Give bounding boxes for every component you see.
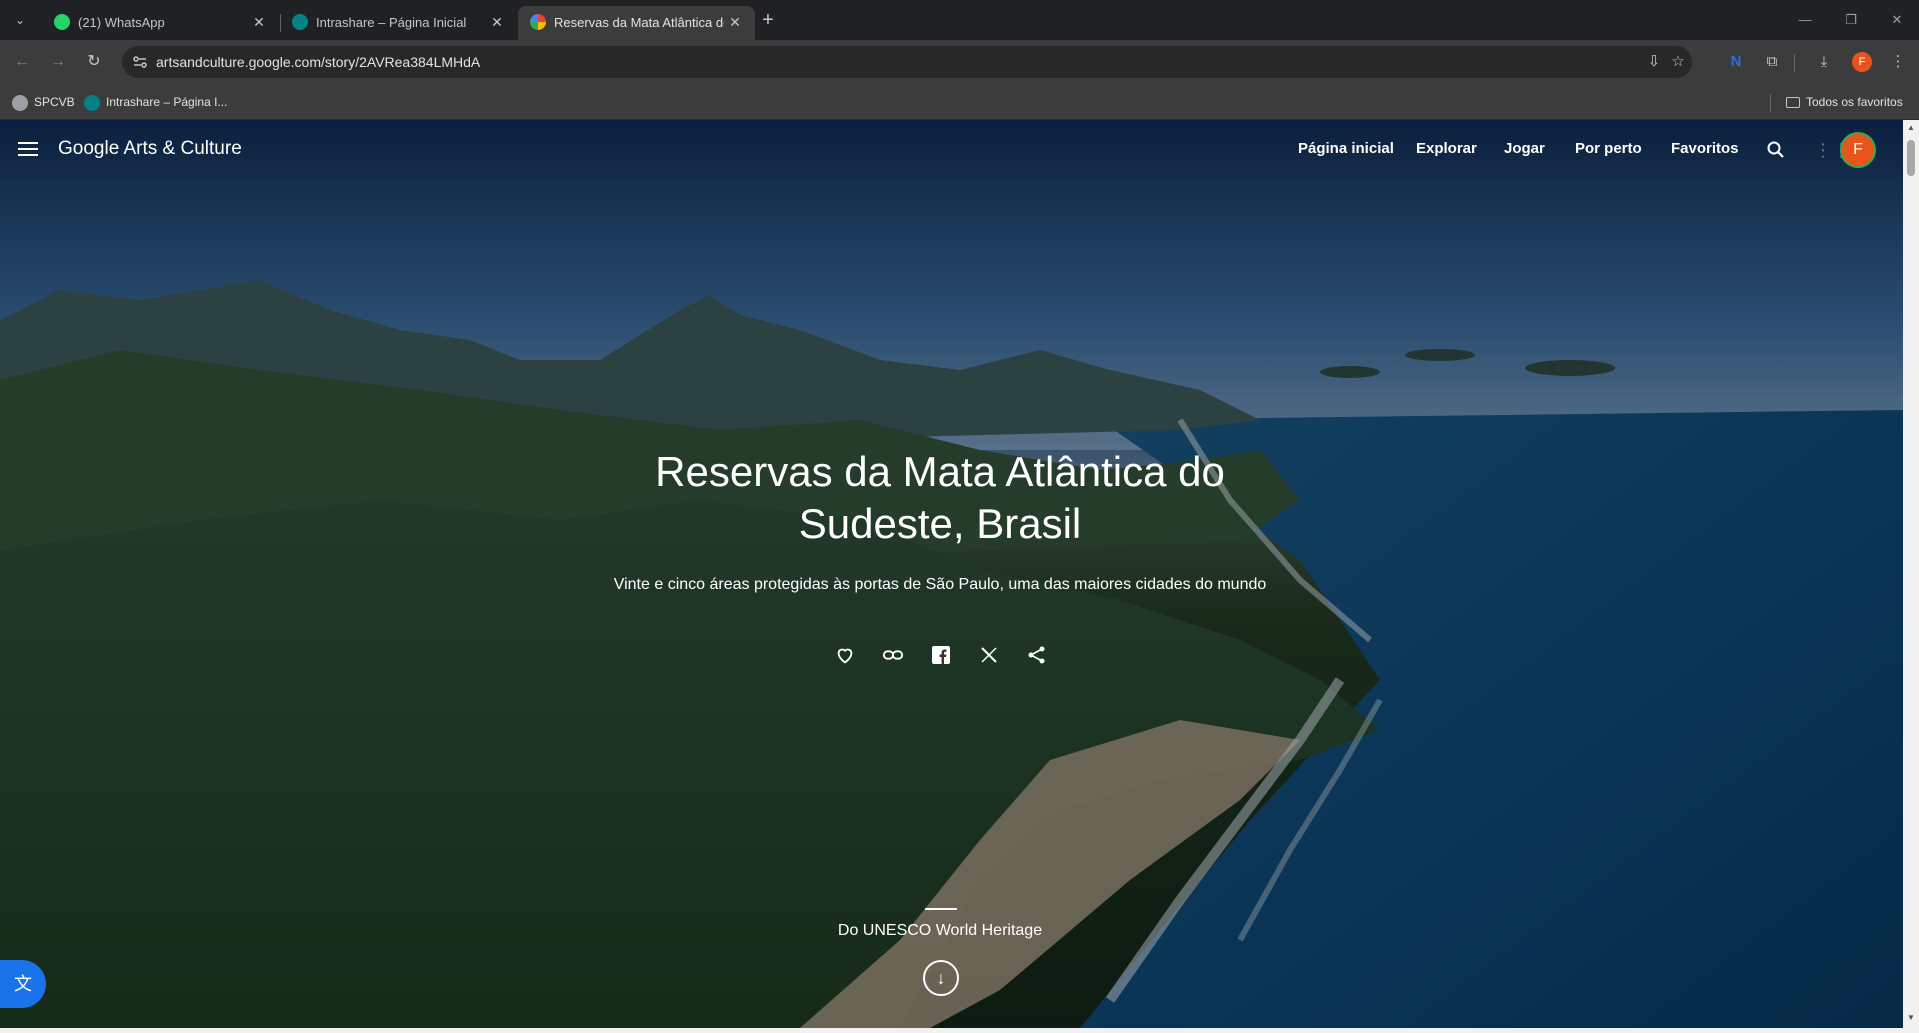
- story-subtitle: Vinte e cinco áreas protegidas às portas…: [613, 576, 1267, 593]
- share-icon[interactable]: [1024, 642, 1050, 668]
- nav-jogar[interactable]: Jogar: [1504, 140, 1545, 157]
- nav-favoritos[interactable]: Favoritos: [1671, 140, 1739, 157]
- bookmark-spcvb[interactable]: SPCVB: [12, 92, 75, 112]
- google-arts-icon: [530, 14, 546, 30]
- extension-n-icon[interactable]: N: [1724, 50, 1748, 74]
- tab-reservas[interactable]: Reservas da Mata Atlântica do S ✕: [518, 6, 755, 40]
- bottom-edge: [0, 1028, 1919, 1033]
- hero-landscape-image: [0, 120, 1903, 1028]
- sharepoint-icon: [84, 94, 100, 111]
- site-info-icon[interactable]: [132, 54, 148, 70]
- apps-grid-icon[interactable]: ⋮⋮: [1814, 138, 1850, 162]
- new-tab-button[interactable]: +: [756, 8, 780, 32]
- favorite-heart-icon[interactable]: [832, 642, 858, 668]
- whatsapp-icon: [54, 14, 70, 30]
- x-twitter-icon[interactable]: [976, 642, 1002, 668]
- close-icon[interactable]: ✕: [725, 12, 745, 32]
- bookmarks-divider: [1770, 94, 1771, 112]
- scroll-down-arrow-icon[interactable]: ↓: [923, 960, 959, 996]
- story-title: Reservas da Mata Atlântica do Sudeste, B…: [590, 446, 1290, 550]
- tab-title: (21) WhatsApp: [78, 15, 165, 30]
- install-app-icon[interactable]: ⇩: [1644, 52, 1664, 72]
- tab-intrashare[interactable]: Intrashare – Página Inicial ✕: [280, 6, 517, 40]
- downloads-icon[interactable]: ⤓: [1812, 50, 1836, 74]
- bookmark-intrashare[interactable]: Intrashare – Página I...: [84, 92, 227, 112]
- restore-icon[interactable]: ❐: [1836, 8, 1866, 32]
- all-bookmarks-folder[interactable]: Todos os favoritos: [1786, 92, 1903, 112]
- bookmark-label: Intrashare – Página I...: [106, 95, 228, 109]
- reload-icon[interactable]: ↻: [82, 50, 106, 74]
- nav-explorar[interactable]: Explorar: [1416, 140, 1477, 157]
- address-bar[interactable]: artsandculture.google.com/story/2AVRea38…: [122, 46, 1692, 78]
- toolbar-divider: [1794, 54, 1795, 72]
- bookmark-star-icon[interactable]: ☆: [1668, 52, 1688, 72]
- tab-title: Intrashare – Página Inicial: [316, 15, 467, 30]
- nav-por-perto[interactable]: Por perto: [1575, 140, 1642, 157]
- minimize-icon[interactable]: —: [1790, 8, 1820, 32]
- divider-line: [925, 908, 957, 910]
- page-scrollbar[interactable]: ▲ ▼: [1903, 120, 1919, 1028]
- facebook-icon[interactable]: [928, 642, 954, 668]
- forward-icon[interactable]: →: [46, 50, 70, 74]
- tab-strip: ⌄ (21) WhatsApp ✕ Intrashare – Página In…: [0, 0, 1919, 40]
- profile-avatar[interactable]: F: [1852, 52, 1872, 72]
- menu-kebab-icon[interactable]: ⋮: [1886, 50, 1910, 74]
- bookmarks-bar: SPCVB Intrashare – Página I... Todos os …: [0, 84, 1919, 120]
- extensions-puzzle-icon[interactable]: ⧉: [1760, 50, 1784, 74]
- menu-hamburger-icon[interactable]: [16, 138, 40, 162]
- nav-pagina-inicial[interactable]: Página inicial: [1298, 140, 1394, 157]
- scroll-thumb[interactable]: [1907, 140, 1915, 176]
- url-text[interactable]: artsandculture.google.com/story/2AVRea38…: [156, 54, 480, 70]
- bookmark-label: Todos os favoritos: [1806, 95, 1903, 109]
- scroll-up-arrow[interactable]: ▲: [1906, 123, 1916, 133]
- site-header: Google Arts & Culture Página inicial Exp…: [0, 120, 1903, 184]
- folder-icon: [1786, 97, 1800, 109]
- search-icon[interactable]: [1764, 138, 1788, 162]
- share-actions: [832, 642, 1072, 668]
- close-window-icon[interactable]: ✕: [1882, 8, 1912, 32]
- translate-icon[interactable]: 文: [0, 960, 46, 1008]
- sharepoint-icon: [292, 14, 308, 30]
- copy-link-icon[interactable]: [880, 642, 906, 668]
- globe-icon: [12, 94, 28, 111]
- story-title-line-1: Reservas da Mata Atlântica do: [655, 448, 1225, 495]
- site-logo[interactable]: Google Arts & Culture: [58, 138, 242, 160]
- user-avatar[interactable]: F: [1840, 132, 1876, 168]
- story-source[interactable]: Do UNESCO World Heritage: [740, 922, 1140, 940]
- story-title-line-2: Sudeste, Brasil: [798, 500, 1082, 547]
- scroll-down-arrow[interactable]: ▼: [1906, 1013, 1916, 1023]
- close-icon[interactable]: ✕: [487, 12, 507, 32]
- tab-whatsapp[interactable]: (21) WhatsApp ✕: [42, 6, 279, 40]
- back-icon[interactable]: ←: [10, 50, 34, 74]
- close-icon[interactable]: ✕: [249, 12, 269, 32]
- tab-search-button[interactable]: ⌄: [8, 8, 32, 32]
- story-page: Google Arts & Culture Página inicial Exp…: [0, 120, 1903, 1028]
- tab-title: Reservas da Mata Atlântica do S: [554, 15, 724, 30]
- bookmark-label: SPCVB: [34, 95, 75, 109]
- browser-toolbar: ← → ↻ artsandculture.google.com/story/2A…: [0, 40, 1919, 84]
